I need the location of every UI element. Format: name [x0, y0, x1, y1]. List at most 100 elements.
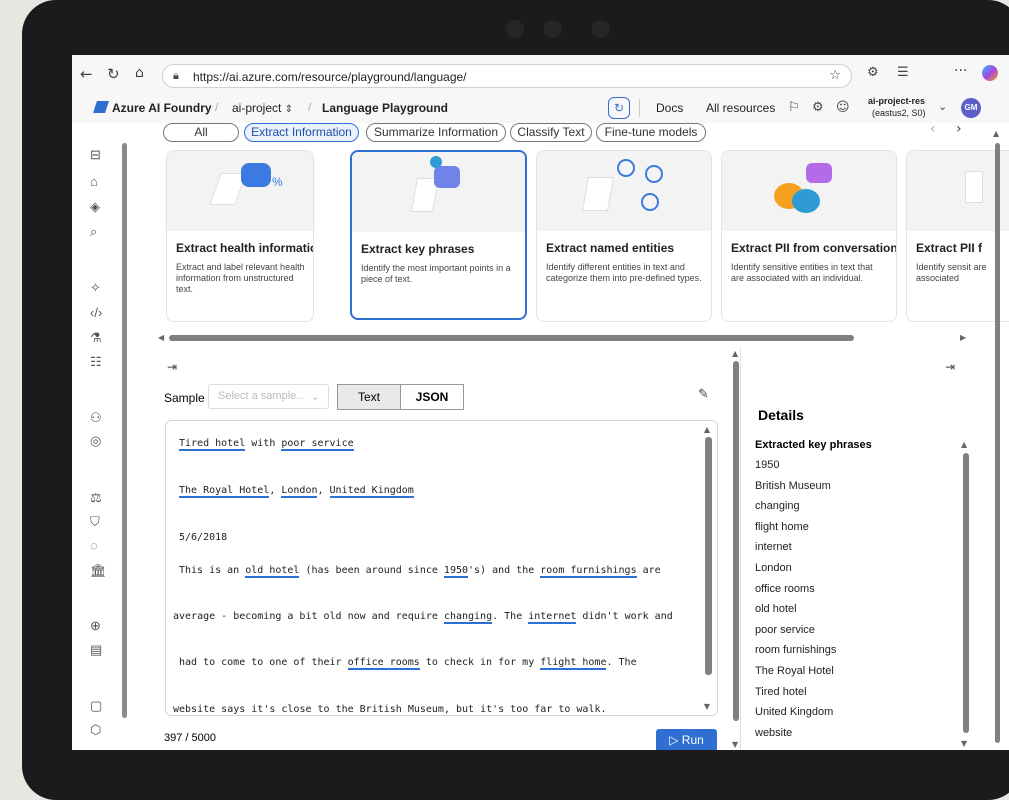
- chevron-right-icon[interactable]: ›: [956, 121, 962, 137]
- docs-link[interactable]: Docs: [656, 101, 683, 115]
- editor-text: 's) and the: [468, 565, 541, 576]
- key-phrase-item: flight home: [755, 520, 809, 533]
- copilot-toggle-icon[interactable]: ↻: [608, 97, 630, 119]
- foundry-logo-icon: [93, 101, 109, 113]
- key-phrase-item: website: [755, 726, 793, 739]
- home-icon[interactable]: ⌂: [135, 65, 144, 81]
- playground-nav-icon[interactable]: ✧: [90, 280, 101, 296]
- camera-dot: [544, 20, 562, 38]
- editor-scroll-up-icon[interactable]: ▲: [704, 425, 710, 434]
- page-scrollbar[interactable]: [995, 143, 1000, 743]
- card-extract-pii-conversation[interactable]: Extract PII from conversation Identify s…: [721, 150, 897, 322]
- tab-summarize-information[interactable]: Summarize Information: [366, 123, 506, 142]
- card-extract-pii[interactable]: Extract PII f Identify sensit are associ…: [906, 150, 1009, 322]
- data-nav-icon[interactable]: ⊕: [90, 618, 101, 634]
- editor-text: are: [636, 565, 661, 576]
- run-button[interactable]: ▷ Run: [656, 729, 717, 750]
- settings-icon[interactable]: ⚙: [812, 100, 824, 115]
- editor-text: says it's close to the: [215, 704, 360, 715]
- editor-scrollbar[interactable]: [705, 437, 712, 675]
- screen: ← ↻ ⌂ 🔒︎ https://ai.azure.com/resource/p…: [72, 55, 1009, 750]
- code-nav-icon[interactable]: ‹/›: [90, 305, 102, 320]
- back-icon[interactable]: ←: [80, 65, 93, 83]
- tab-extract-information[interactable]: Extract Information: [244, 123, 359, 142]
- editor-scroll-down-icon[interactable]: ▼: [704, 702, 710, 711]
- files-nav-icon[interactable]: ▢: [90, 698, 102, 714]
- details-scrollbar[interactable]: [963, 453, 969, 733]
- chevron-left-icon[interactable]: ‹: [930, 121, 936, 137]
- collapse-nav-icon[interactable]: ⊟: [90, 147, 101, 163]
- refresh-icon[interactable]: ↻: [107, 65, 120, 83]
- account-chevron-icon[interactable]: ⌄: [938, 100, 947, 113]
- feedback-icon[interactable]: ⚐: [788, 100, 800, 115]
- address-bar[interactable]: 🔒︎ https://ai.azure.com/resource/playgro…: [162, 64, 852, 88]
- shield-nav-icon[interactable]: ⛉: [90, 514, 100, 530]
- details-scroll-down-icon[interactable]: ▼: [961, 739, 967, 748]
- library-nav-icon[interactable]: ▤: [90, 642, 102, 658]
- tab-fine-tune-models[interactable]: Fine-tune models: [596, 123, 706, 142]
- nav-scrollbar[interactable]: [122, 143, 127, 718]
- card-thumbnail: [907, 151, 1009, 231]
- details-scroll-up-icon[interactable]: ▲: [961, 440, 967, 449]
- bank-nav-icon[interactable]: 🏛︎: [90, 563, 107, 579]
- text-tab[interactable]: Text: [337, 384, 401, 410]
- account-name[interactable]: ai-project-res: [868, 96, 925, 106]
- editor-text: 5/6/2018: [179, 532, 228, 543]
- emoji-icon[interactable]: ☺: [836, 100, 850, 115]
- favorites-icon[interactable]: ☰: [897, 65, 909, 80]
- card-title: Extract named entities: [546, 241, 675, 255]
- home-nav-icon[interactable]: ⌂: [90, 174, 98, 189]
- chat-nav-icon[interactable]: ◌: [90, 538, 98, 553]
- chevron-down-icon: ⌄: [310, 390, 320, 403]
- compare-nav-icon[interactable]: ⚖: [90, 490, 102, 506]
- collapse-panel-icon[interactable]: ⇥: [167, 360, 177, 374]
- extensions-icon[interactable]: ⚙: [867, 65, 879, 80]
- avatar[interactable]: GM: [961, 98, 981, 118]
- lab-nav-icon[interactable]: ⚗: [90, 330, 102, 346]
- scroll-right-icon[interactable]: ▶: [960, 333, 966, 342]
- horizontal-scrollbar[interactable]: [169, 335, 854, 341]
- key-phrase-highlight: website: [173, 704, 216, 715]
- all-resources-link[interactable]: All resources: [706, 101, 775, 115]
- split-scrollbar[interactable]: [733, 361, 739, 721]
- page-scroll-up-icon[interactable]: ▲: [993, 129, 999, 138]
- split-scroll-up-icon[interactable]: ▲: [732, 349, 738, 358]
- editor-line: The Royal Hotel, London, United Kingdom: [179, 485, 414, 498]
- key-phrase-highlight: Tired hotel: [179, 438, 246, 451]
- details-section-title: Extracted key phrases: [755, 439, 872, 451]
- card-thumbnail: [722, 151, 896, 231]
- breadcrumb-project[interactable]: ai-project ⇕: [232, 101, 293, 115]
- brand-name[interactable]: Azure AI Foundry: [112, 101, 212, 115]
- package-nav-icon[interactable]: ⬡: [90, 722, 101, 738]
- split-scroll-down-icon[interactable]: ▼: [732, 740, 738, 749]
- tab-classify-text[interactable]: Classify Text: [510, 123, 592, 142]
- editor-line: 5/6/2018: [179, 532, 227, 543]
- card-extract-health[interactable]: % Extract health information Extract and…: [166, 150, 314, 322]
- key-phrase-item: 1950: [755, 459, 780, 471]
- scroll-left-icon[interactable]: ◀: [158, 333, 164, 342]
- json-tab[interactable]: JSON: [400, 384, 464, 410]
- card-extract-key-phrases[interactable]: Extract key phrases Identify the most im…: [350, 150, 527, 320]
- edit-pencil-icon[interactable]: ✎: [698, 387, 709, 402]
- agents-nav-icon[interactable]: ⚇: [90, 410, 102, 426]
- card-title: Extract PII from conversation: [731, 241, 897, 255]
- card-extract-named-entities[interactable]: Extract named entities Identify differen…: [536, 150, 712, 322]
- editor-text: , but it's too far to walk.: [443, 704, 607, 715]
- eval-nav-icon[interactable]: ◎: [90, 433, 101, 449]
- tab-all[interactable]: All: [163, 123, 239, 142]
- models-nav-icon[interactable]: ◈: [90, 199, 100, 215]
- text-editor[interactable]: Tired hotel with poor service The Royal H…: [165, 420, 718, 716]
- editor-text: average - becoming a bit old now and req…: [173, 611, 444, 622]
- editor-text: (has been around since: [299, 565, 444, 576]
- expand-panel-icon[interactable]: ⇥: [945, 360, 955, 374]
- site-info-icon[interactable]: 🔒︎: [173, 69, 179, 83]
- copilot-icon[interactable]: [982, 65, 998, 81]
- key-phrase-item: internet: [755, 541, 792, 554]
- favorite-star-icon[interactable]: ☆: [829, 68, 841, 83]
- more-icon[interactable]: ···: [954, 63, 967, 79]
- char-count: 397 / 5000: [164, 732, 216, 744]
- list-nav-icon[interactable]: ☷: [90, 354, 102, 370]
- key-phrase-item: room furnishings: [755, 644, 837, 657]
- search-nav-icon[interactable]: ⌕: [90, 224, 97, 240]
- sample-select[interactable]: Select a sample... ⌄: [208, 384, 329, 409]
